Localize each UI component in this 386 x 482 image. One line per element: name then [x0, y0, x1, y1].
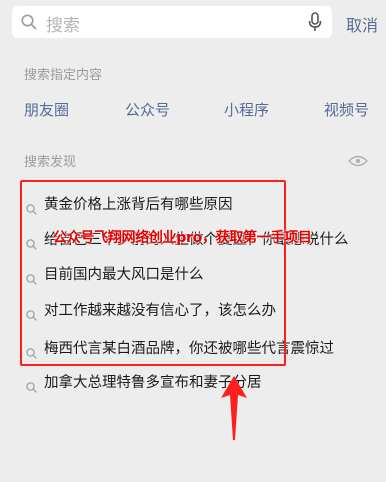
- search-bar[interactable]: 搜索: [12, 6, 332, 38]
- list-item[interactable]: 加拿大总理特鲁多宣布和妻子分居: [26, 366, 376, 400]
- cancel-button[interactable]: 取消: [346, 12, 378, 36]
- arrow-up-icon: [220, 376, 248, 446]
- category-channels[interactable]: 视频号: [324, 99, 369, 120]
- specified-content-title: 搜索指定内容: [24, 68, 103, 83]
- search-icon: [26, 378, 37, 397]
- category-moments[interactable]: 朋友圈: [24, 99, 69, 120]
- category-official-accounts[interactable]: 公众号: [125, 99, 170, 120]
- highlight-box: [20, 180, 286, 366]
- watermark-text: 公众号飞翔网络创业pro，获取第一手项目: [53, 230, 312, 246]
- mic-icon[interactable]: [308, 12, 322, 36]
- search-icon: [21, 14, 37, 34]
- category-mini-programs[interactable]: 小程序: [224, 99, 269, 120]
- category-row: 朋友圈 公众号 小程序 视频号: [0, 99, 386, 121]
- eye-toggle-icon[interactable]: [348, 153, 368, 172]
- discovery-title: 搜索发现: [24, 155, 77, 170]
- search-input[interactable]: 搜索: [46, 11, 80, 36]
